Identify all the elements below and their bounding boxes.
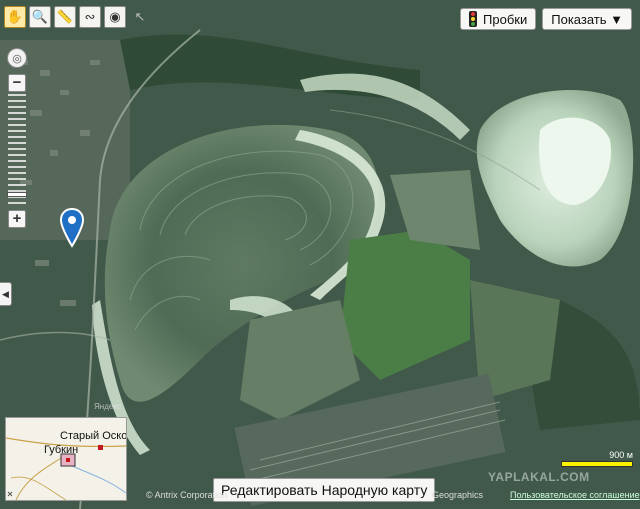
zoom-slider[interactable] <box>7 94 27 204</box>
scale-value: 900 м <box>609 450 633 460</box>
zoom-out-button[interactable]: − <box>8 74 26 92</box>
scale-bar: 900 м <box>561 450 633 467</box>
route-tool-icon[interactable]: ∾ <box>79 6 101 28</box>
traffic-button-label: Пробки <box>483 11 528 27</box>
edit-people-map-button[interactable]: Редактировать Народную карту <box>213 478 436 502</box>
traffic-button[interactable]: Пробки <box>460 8 537 30</box>
road-label: Яндекс <box>94 402 121 411</box>
copyright-right: Geographics <box>432 490 484 500</box>
map-top-controls: Пробки Показать ▼ <box>460 8 632 30</box>
map-toolbar: ✋ 🔍 📏 ∾ ◉ ↖ <box>4 6 151 28</box>
overview-minimap[interactable]: Старый Оскол Губкин <box>5 417 127 501</box>
minimap-label-stary-oskol: Старый Оскол <box>60 430 127 442</box>
terms-link[interactable]: Пользовательское соглашение <box>510 490 640 500</box>
minimap-label-gubkin: Губкин <box>44 444 79 456</box>
magnifier-tool-icon[interactable]: 🔍 <box>29 6 51 28</box>
side-panel-toggle[interactable]: ◀ <box>0 282 12 306</box>
show-layers-button[interactable]: Показать ▼ <box>542 8 632 30</box>
zoom-slider-thumb[interactable] <box>7 192 27 197</box>
ruler-tool-icon[interactable]: 📏 <box>54 6 76 28</box>
watermark: YAPLAKAL.COM <box>488 470 590 484</box>
copyright-left: © Antrix Corporation <box>146 490 228 500</box>
traffic-light-icon <box>469 11 478 27</box>
show-layers-label: Показать ▼ <box>551 11 623 27</box>
zoom-control: ◎ − + <box>6 48 28 228</box>
cursor-tool-icon[interactable]: ↖ <box>129 6 151 28</box>
map-pin-icon[interactable] <box>60 208 84 248</box>
scale-bar-line <box>561 461 633 467</box>
balloon-tool-icon[interactable]: ◉ <box>104 6 126 28</box>
hand-tool-icon[interactable]: ✋ <box>4 6 26 28</box>
zoom-in-button[interactable]: + <box>8 210 26 228</box>
compass-icon[interactable]: ◎ <box>7 48 27 68</box>
